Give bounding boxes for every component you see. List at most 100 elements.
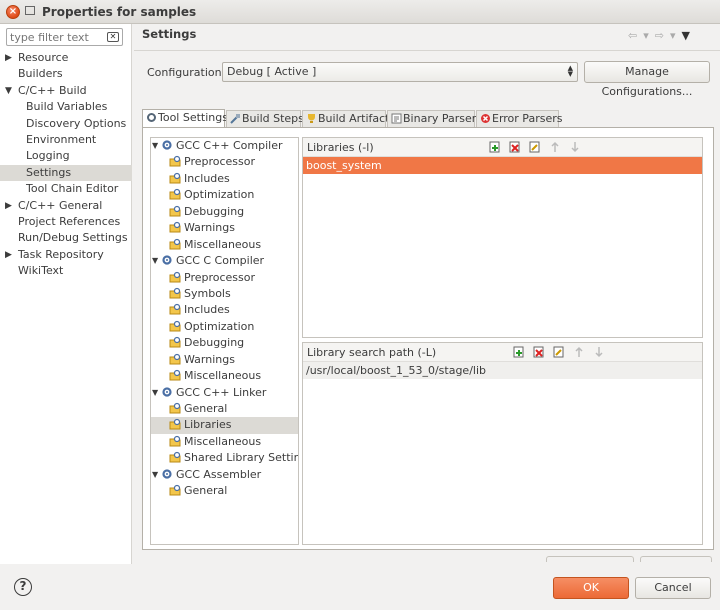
option-category-icon — [169, 451, 184, 464]
filter-field[interactable]: ✕ — [6, 28, 123, 46]
delete-icon[interactable] — [509, 141, 521, 153]
forward-arrow-icon[interactable]: ⇨ — [655, 29, 666, 42]
filter-input[interactable] — [10, 30, 105, 44]
nav-item-task-repository[interactable]: ▶ Task Repository — [0, 247, 132, 263]
tool-gcc-c-compiler[interactable]: ▼ GCC C Compiler — [151, 253, 298, 269]
tab-error-parsers[interactable]: Error Parsers — [476, 110, 562, 128]
nav-item-tool-chain-editor[interactable]: Tool Chain Editor — [0, 181, 132, 197]
tool-option-general[interactable]: General — [151, 483, 298, 499]
view-menu-icon[interactable]: ▼ — [682, 29, 692, 42]
nav-item-settings[interactable]: Settings — [0, 164, 132, 182]
nav-item-discovery-options[interactable]: Discovery Options — [0, 116, 132, 132]
add-icon[interactable] — [513, 346, 525, 358]
expanded-arrow-icon[interactable]: ▼ — [152, 138, 158, 154]
manage-configurations-button[interactable]: Manage Configurations... — [584, 61, 710, 98]
edit-icon[interactable] — [529, 141, 541, 153]
library-search-path-panel: Library search path (-L) /usr/local/boos… — [302, 342, 703, 545]
tool-option-optimization[interactable]: Optimization — [151, 187, 298, 203]
clear-filter-icon[interactable]: ✕ — [107, 32, 119, 42]
apply-defaults-button-edge — [546, 556, 634, 562]
libraries-toolbar — [489, 141, 589, 160]
expanded-arrow-icon[interactable]: ▼ — [152, 253, 158, 269]
tool-option-symbols[interactable]: Symbols — [151, 286, 298, 302]
tool-label: GCC Assembler — [176, 467, 262, 481]
nav-item-build-variables[interactable]: Build Variables — [0, 99, 132, 115]
collapsed-arrow-icon[interactable]: ▶ — [5, 50, 12, 66]
cancel-button[interactable]: Cancel — [635, 577, 711, 599]
libraries-panel: Libraries (-l) boost_system — [302, 137, 703, 338]
tool-option-preprocessor[interactable]: Preprocessor — [151, 270, 298, 286]
tool-gear-icon — [161, 139, 176, 152]
add-icon[interactable] — [489, 141, 501, 153]
tool-gcc-c-compiler[interactable]: ▼ GCC C++ Compiler — [151, 138, 298, 154]
tool-option-includes[interactable]: Includes — [151, 302, 298, 318]
collapsed-arrow-icon[interactable]: ▶ — [5, 247, 12, 263]
option-label: Warnings — [184, 221, 235, 235]
option-category-icon — [169, 271, 184, 284]
help-icon[interactable]: ? — [14, 578, 32, 596]
library-path-item[interactable]: /usr/local/boost_1_53_0/stage/lib — [303, 362, 702, 379]
option-category-icon — [169, 369, 184, 382]
option-category-icon — [169, 221, 184, 234]
expanded-arrow-icon[interactable]: ▼ — [152, 467, 158, 483]
tab-build-artifact[interactable]: Build Artifact — [302, 110, 390, 128]
maximize-icon[interactable] — [25, 6, 35, 15]
edit-icon[interactable] — [553, 346, 565, 358]
tool-option-shared-library-settings[interactable]: Shared Library Settings — [151, 450, 298, 466]
nav-item-run-debug-settings[interactable]: Run/Debug Settings — [0, 230, 132, 246]
ok-button[interactable]: OK — [553, 577, 629, 599]
tool-option-miscellaneous[interactable]: Miscellaneous — [151, 434, 298, 450]
tool-label: GCC C Compiler — [176, 254, 265, 268]
forward-dropdown-icon[interactable]: ▾ — [670, 29, 678, 42]
option-label: Includes — [184, 171, 230, 185]
option-label: Debugging — [184, 336, 245, 350]
tool-option-preprocessor[interactable]: Preprocessor — [151, 154, 298, 170]
page-title: Settings — [142, 27, 197, 41]
tool-option-warnings[interactable]: Warnings — [151, 220, 298, 236]
option-category-icon — [169, 172, 184, 185]
tool-option-libraries[interactable]: Libraries — [151, 417, 298, 434]
expanded-arrow-icon[interactable]: ▼ — [5, 83, 12, 99]
nav-item-builders[interactable]: Builders — [0, 66, 132, 82]
tool-option-miscellaneous[interactable]: Miscellaneous — [151, 368, 298, 384]
option-category-icon — [169, 484, 184, 497]
expanded-arrow-icon[interactable]: ▼ — [152, 385, 158, 401]
nav-item-environment[interactable]: Environment — [0, 132, 132, 148]
nav-item-project-references[interactable]: Project References — [0, 214, 132, 230]
option-label: Optimization — [184, 319, 255, 333]
nav-item-label: Builders — [18, 67, 63, 81]
back-dropdown-icon[interactable]: ▾ — [643, 29, 651, 42]
tool-option-debugging[interactable]: Debugging — [151, 204, 298, 220]
collapsed-arrow-icon[interactable]: ▶ — [5, 198, 12, 214]
nav-item-logging[interactable]: Logging — [0, 148, 132, 164]
property-pages-panel: ✕ ▶ Resource Builders ▼ C/C++ Build Build Var… — [0, 24, 132, 564]
option-label: Symbols — [184, 286, 231, 300]
nav-item-c-c-build[interactable]: ▼ C/C++ Build — [0, 83, 132, 99]
move-up-icon — [551, 141, 559, 152]
tab-tool-settings[interactable]: Tool Settings — [142, 109, 228, 128]
delete-icon[interactable] — [533, 346, 545, 358]
tool-option-warnings[interactable]: Warnings — [151, 352, 298, 368]
tool-gcc-c-linker[interactable]: ▼ GCC C++ Linker — [151, 385, 298, 401]
tool-option-optimization[interactable]: Optimization — [151, 319, 298, 335]
tool-option-debugging[interactable]: Debugging — [151, 335, 298, 351]
tool-option-miscellaneous[interactable]: Miscellaneous — [151, 237, 298, 253]
close-icon[interactable]: × — [6, 5, 20, 19]
option-label: Debugging — [184, 204, 245, 218]
option-category-icon — [169, 336, 184, 349]
nav-item-label: Run/Debug Settings — [18, 231, 128, 245]
tab-binary-parsers[interactable]: Binary Parsers — [387, 110, 482, 128]
nav-item-label: Project References — [18, 214, 121, 228]
configuration-select[interactable]: Debug [ Active ] ▲ ▼ — [222, 62, 578, 82]
nav-item-resource[interactable]: ▶ Resource — [0, 50, 132, 66]
option-category-icon — [169, 205, 184, 218]
tool-option-general[interactable]: General — [151, 401, 298, 417]
back-arrow-icon[interactable]: ⇦ — [628, 29, 639, 42]
build-artifact-icon — [306, 112, 318, 125]
nav-item-c-c-general[interactable]: ▶ C/C++ General — [0, 198, 132, 214]
nav-item-wikitext[interactable]: WikiText — [0, 263, 132, 279]
tab-build-steps[interactable]: Build Steps — [226, 110, 304, 128]
libraries-header: Libraries (-l) — [303, 138, 702, 157]
tool-gcc-assembler[interactable]: ▼ GCC Assembler — [151, 467, 298, 483]
tool-option-includes[interactable]: Includes — [151, 171, 298, 187]
